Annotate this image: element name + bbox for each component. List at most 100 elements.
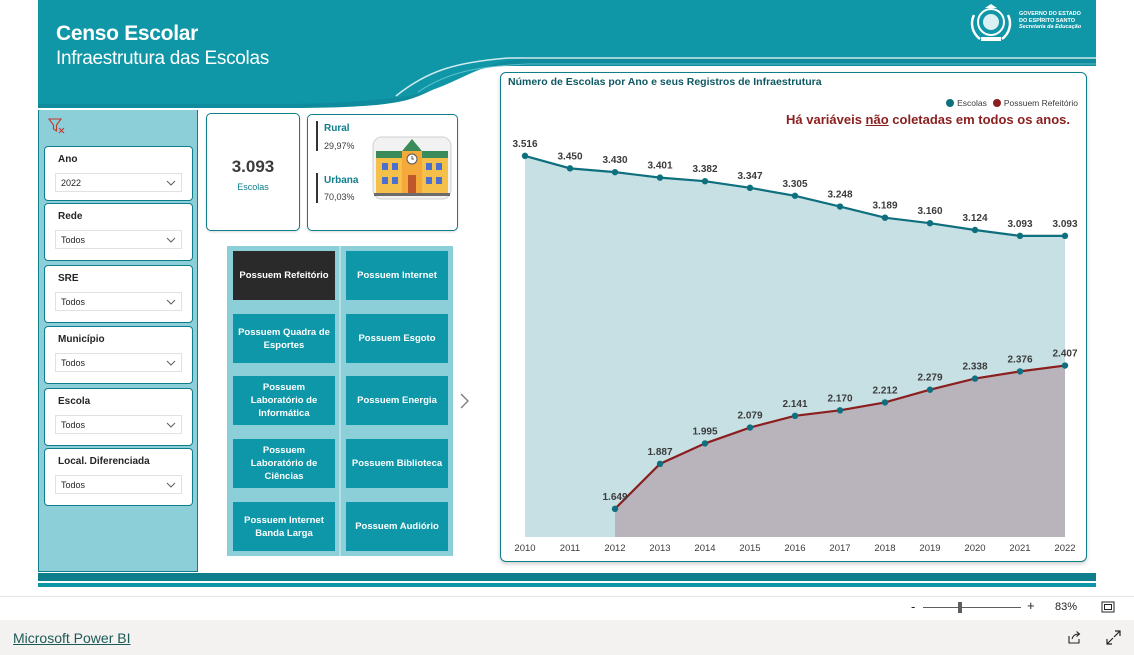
button-energia[interactable]: Possuem Energia	[346, 376, 448, 425]
data-point	[746, 424, 754, 431]
slicer-sre: SRE Todos	[44, 265, 193, 323]
data-point	[1016, 232, 1024, 240]
x-tick-label: 2015	[739, 543, 760, 554]
slicer-escola: Escola Todos	[44, 388, 193, 446]
escola-dropdown[interactable]: Todos	[55, 415, 182, 434]
zoom-in-button[interactable]: +	[1027, 598, 1035, 613]
slicer-label: Local. Diferenciada	[58, 456, 150, 467]
data-label: 2.212	[872, 385, 897, 396]
chart-title: Número de Escolas por Ano e seus Registr…	[508, 76, 822, 88]
report-title: Censo Escolar	[56, 22, 198, 45]
data-point	[611, 168, 619, 176]
line-chart: 3.516 3.450 3.430 3.401 3.382 3.347 3.305 3.248…	[512, 139, 1077, 554]
chevron-down-icon	[166, 180, 176, 186]
slicer-label: SRE	[58, 273, 79, 284]
button-biblioteca[interactable]: Possuem Biblioteca	[346, 439, 448, 488]
zoom-out-button[interactable]: -	[911, 599, 915, 614]
zoom-slider-thumb[interactable]	[958, 602, 963, 613]
data-point	[656, 460, 664, 468]
zoom-slider[interactable]	[923, 607, 1021, 608]
fullscreen-icon[interactable]	[1106, 630, 1121, 645]
fit-to-page-icon[interactable]	[1101, 601, 1115, 613]
data-point	[1061, 232, 1069, 240]
data-point	[971, 375, 979, 382]
line-chart-card: 3.516 3.450 3.430 3.401 3.382 3.347 3.305 3.248…	[500, 72, 1087, 562]
chevron-down-icon	[166, 299, 176, 305]
x-tick-label: 2010	[514, 543, 535, 554]
coat-of-arms-icon	[970, 4, 1012, 41]
data-point	[926, 219, 934, 227]
data-label: 3.382	[692, 164, 717, 175]
infrastructure-buttons: Possuem Refeitório Possuem Internet Poss…	[227, 246, 453, 556]
rural-percent: 29,97%	[324, 141, 355, 151]
data-label: 2.407	[1052, 349, 1077, 360]
data-label: 2.338	[962, 362, 987, 373]
local-diferenciada-dropdown[interactable]: Todos	[55, 475, 182, 494]
button-esgoto[interactable]: Possuem Esgoto	[346, 314, 448, 363]
zoom-level: 83%	[1055, 601, 1078, 613]
data-label: 3.347	[737, 171, 762, 182]
footer-band-thin	[38, 583, 1096, 587]
clear-filters-icon[interactable]	[48, 117, 66, 135]
location-card: Rural 29,97% Urbana 70,03%	[307, 114, 458, 231]
rural-label: Rural	[324, 123, 350, 134]
kpi-card-escolas: 3.093 Escolas	[206, 113, 300, 231]
school-building-icon	[372, 136, 452, 200]
chevron-down-icon	[166, 237, 176, 243]
x-tick-label: 2011	[560, 543, 580, 554]
button-refeitorio[interactable]: Possuem Refeitório	[233, 251, 335, 300]
data-label: 1.995	[692, 426, 717, 437]
button-internet[interactable]: Possuem Internet	[346, 251, 448, 300]
data-label: 3.516	[512, 139, 537, 150]
data-label: 2.079	[737, 411, 762, 422]
data-point	[611, 505, 619, 513]
footer-band	[38, 573, 1096, 581]
data-point	[1061, 362, 1069, 369]
chevron-down-icon	[166, 360, 176, 366]
data-label: 2.141	[782, 399, 807, 410]
dropdown-value: Todos	[61, 420, 86, 430]
chart-note: Há variáveis não coletadas em todos os a…	[786, 112, 1070, 127]
data-point	[791, 192, 799, 199]
data-point	[521, 152, 529, 160]
rede-dropdown[interactable]: Todos	[55, 230, 182, 249]
kpi-label: Escolas	[237, 182, 269, 192]
data-label: 3.093	[1052, 219, 1077, 230]
kpi-value: 3.093	[231, 157, 275, 176]
slicer-local-diferenciada: Local. Diferenciada Todos	[44, 448, 193, 506]
button-quadra-esportes[interactable]: Possuem Quadra de Esportes	[233, 314, 335, 363]
data-label: 1.887	[647, 447, 672, 458]
power-bi-link[interactable]: Microsoft Power BI	[13, 630, 130, 646]
urban-label: Urbana	[324, 175, 359, 186]
chevron-down-icon	[166, 422, 176, 428]
slicer-label: Escola	[58, 396, 91, 407]
x-tick-label: 2017	[829, 543, 850, 554]
sre-dropdown[interactable]: Todos	[55, 292, 182, 311]
data-label: 3.450	[557, 151, 582, 162]
x-tick-label: 2020	[964, 543, 985, 554]
button-lab-informatica[interactable]: Possuem Laboratório de Informática	[233, 376, 335, 425]
data-label: 2.279	[917, 373, 942, 384]
share-icon[interactable]	[1067, 630, 1082, 645]
dropdown-value: Todos	[61, 235, 86, 245]
x-tick-label: 2013	[649, 543, 670, 554]
data-point	[701, 440, 709, 447]
dropdown-value: Todos	[61, 297, 86, 307]
report-subtitle: Infraestrutura das Escolas	[56, 48, 269, 69]
data-point	[701, 178, 709, 185]
ano-dropdown[interactable]: 2022	[55, 173, 182, 192]
button-lab-ciencias[interactable]: Possuem Laboratório de Ciências	[233, 439, 335, 488]
data-label: 3.189	[872, 201, 897, 212]
x-tick-label: 2018	[874, 543, 895, 554]
municipio-dropdown[interactable]: Todos	[55, 353, 182, 372]
button-auditorio[interactable]: Possuem Audiório	[346, 502, 448, 551]
slicer-label: Município	[58, 334, 105, 345]
slicer-label: Rede	[58, 211, 83, 222]
legend-marker-escolas	[946, 99, 955, 107]
data-label: 3.160	[917, 206, 942, 217]
chevron-right-icon[interactable]	[458, 392, 470, 410]
data-point	[791, 412, 799, 420]
filter-panel: Ano 2022 Rede Todos SRE Todos Município …	[38, 110, 198, 572]
slicer-municipio: Município Todos	[44, 326, 193, 384]
button-internet-banda-larga[interactable]: Possuem Internet Banda Larga	[233, 502, 335, 551]
